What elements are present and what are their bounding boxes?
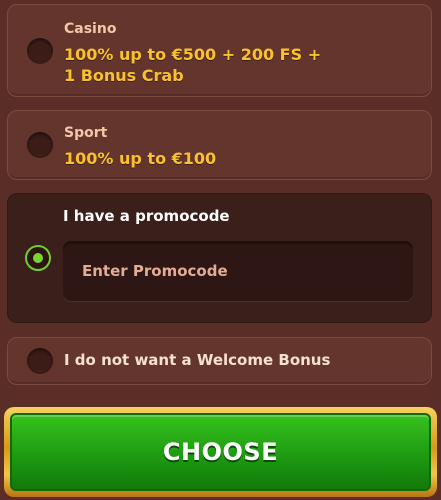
radio-sport[interactable]: [27, 132, 53, 158]
sport-category-label: Sport: [64, 125, 108, 141]
promocode-input[interactable]: [63, 241, 413, 301]
radio-selected-dot: [33, 253, 43, 263]
promocode-label: I have a promocode: [63, 207, 230, 225]
choose-button-frame: CHOOSE: [4, 407, 437, 497]
bonus-option-promocode[interactable]: I have a promocode: [7, 193, 432, 323]
casino-category-label: Casino: [64, 21, 117, 37]
bonus-option-casino[interactable]: Casino 100% up to €500 + 200 FS + 1 Bonu…: [7, 4, 432, 97]
radio-no-bonus[interactable]: [27, 348, 53, 374]
bonus-option-no-bonus[interactable]: I do not want a Welcome Bonus: [7, 337, 432, 385]
sport-offer-text: 100% up to €100: [64, 149, 217, 168]
welcome-bonus-panel: Casino 100% up to €500 + 200 FS + 1 Bonu…: [0, 0, 441, 500]
bonus-option-sport[interactable]: Sport 100% up to €100: [7, 110, 432, 180]
casino-offer-line2: 1 Bonus Crab: [64, 66, 184, 85]
casino-offer-text: 100% up to €500 + 200 FS + 1 Bonus Crab: [64, 44, 321, 86]
no-bonus-label: I do not want a Welcome Bonus: [64, 351, 331, 369]
radio-promocode-selected[interactable]: [25, 245, 51, 271]
casino-offer-line1: 100% up to €500 + 200 FS +: [64, 45, 322, 64]
choose-button[interactable]: CHOOSE: [10, 413, 431, 491]
radio-casino[interactable]: [27, 38, 53, 64]
